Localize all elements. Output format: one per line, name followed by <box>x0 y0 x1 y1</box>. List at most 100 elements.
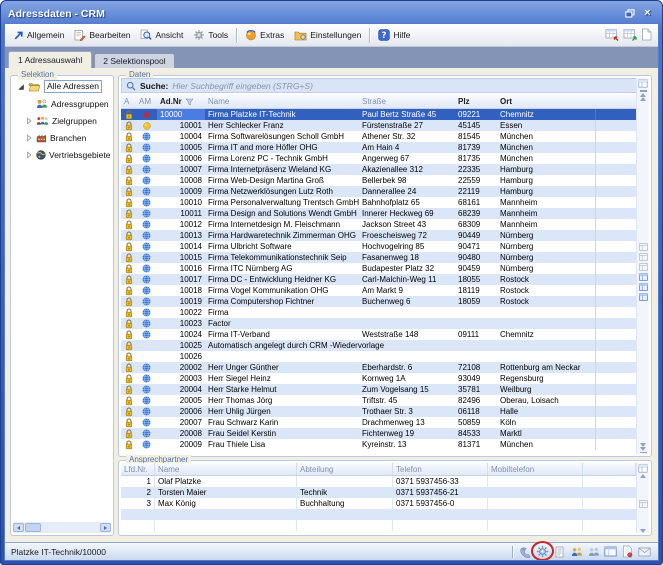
col-header-strasse[interactable]: Straße <box>359 97 455 106</box>
col-header-plz[interactable]: Plz <box>455 97 497 106</box>
tree-item-adressgruppen[interactable]: Adressgruppen <box>13 95 111 112</box>
address-row[interactable]: 10009Firma Netzwerklösungen Lutz RothDan… <box>121 186 636 197</box>
scroll-bottom-button[interactable] <box>640 452 647 454</box>
address-row[interactable]: 10011Firma Design and Solutions Wendt Gm… <box>121 208 636 219</box>
scroll-top-button[interactable] <box>640 90 647 92</box>
contact-empty-row[interactable] <box>121 520 636 531</box>
address-row[interactable]: 20002Herr Unger GüntherEberhardstr. 6721… <box>121 362 636 373</box>
address-row[interactable]: 20009Frau Thiele LisaKyreinstr. 1381371M… <box>121 439 636 450</box>
restore-button[interactable] <box>622 7 637 20</box>
col-header-adnr[interactable]: Ad.Nr <box>157 97 205 106</box>
address-row[interactable]: 10017Firma DC - Entwicklung Heidner KGCa… <box>121 274 636 285</box>
address-row[interactable]: 10008Firma Web-Design Martina GroßBeller… <box>121 175 636 186</box>
address-row[interactable]: 10004Firma Softwarelösungen Scholl GmbHA… <box>121 131 636 142</box>
menu-allgemein[interactable]: Allgemein <box>8 28 69 43</box>
scroll-down-button[interactable] <box>640 529 646 533</box>
address-row[interactable]: 10010Firma Personalverwaltung Trentsch G… <box>121 197 636 208</box>
address-row[interactable]: 10022Firma <box>121 307 636 318</box>
menu-ansicht[interactable]: Ansicht <box>135 27 188 43</box>
tree-item-branchen[interactable]: Branchen <box>13 129 111 146</box>
col-header-telefon[interactable]: Telefon <box>393 463 488 475</box>
view-option-icon[interactable] <box>639 293 648 301</box>
filter-funnel-icon[interactable] <box>185 98 194 106</box>
menu-extras[interactable]: Extras <box>240 27 289 43</box>
scroll-up-button[interactable] <box>640 474 646 478</box>
view-option-icon[interactable] <box>639 283 648 291</box>
menu-hilfe[interactable]: ?Hilfe <box>373 27 415 43</box>
table-import-button[interactable] <box>605 28 619 43</box>
col-header-mobiltelefon[interactable]: Mobiltelefon <box>488 463 583 475</box>
address-row[interactable]: 10016Firma ITC Nürnberg AGBudapester Pla… <box>121 263 636 274</box>
envelope-button[interactable] <box>637 544 652 559</box>
record-up-button[interactable] <box>640 97 646 101</box>
contact-empty-row[interactable] <box>121 509 636 520</box>
view-option-icon[interactable] <box>639 243 648 251</box>
scrollbar-thumb[interactable] <box>25 523 41 532</box>
address-row[interactable]: 10014Firma Ulbricht SoftwareHochvogelrin… <box>121 241 636 252</box>
address-row[interactable]: 10015Firma Telekommunikationstechnik Sei… <box>121 252 636 263</box>
contact-row[interactable]: 1Olaf Platzke0371 5937456-33 <box>121 476 636 487</box>
grid-scroll-rail[interactable] <box>636 78 649 454</box>
address-row[interactable]: 10026 <box>121 351 636 362</box>
address-row[interactable]: 10012Firma Internetdesign M. Fleischmann… <box>121 219 636 230</box>
tree-expander-icon[interactable] <box>24 134 33 142</box>
close-button[interactable]: × <box>640 7 655 20</box>
scroll-down-button[interactable] <box>640 447 646 451</box>
address-row[interactable]: 10013Firma Hardwaretechnik Zimmerman OHG… <box>121 230 636 241</box>
address-row[interactable]: 10000Firma Platzke IT-TechnikPaul Bertz … <box>121 109 636 120</box>
title-bar[interactable]: Adressdaten - CRM × <box>4 4 659 23</box>
address-row[interactable]: 20004Herr Starke HelmutZum Vogelsang 153… <box>121 384 636 395</box>
address-row[interactable]: 20007Frau Schwarz KarinDrachmenweg 13508… <box>121 417 636 428</box>
view-option-icon[interactable] <box>639 263 648 271</box>
col-header-a[interactable]: A <box>121 97 136 106</box>
menu-einstellungen[interactable]: Einstellungen <box>289 28 366 43</box>
view-option-icon[interactable] <box>639 273 648 281</box>
scroll-left-button[interactable] <box>13 523 24 532</box>
col-header-name[interactable]: Name <box>205 97 359 106</box>
col-header-lfdnr[interactable]: Lfd.Nr. <box>121 463 155 475</box>
new-document-button[interactable] <box>641 28 652 43</box>
menu-tools[interactable]: Tools <box>188 27 233 43</box>
address-groups-button[interactable] <box>586 544 601 559</box>
address-row[interactable]: 10005Firma IT and more Höfler OHGAm Hain… <box>121 142 636 153</box>
tree-item-zielgruppen[interactable]: Zielgruppen <box>13 112 111 129</box>
document-stamp-button[interactable] <box>620 544 635 559</box>
address-row[interactable]: 20005Herr Thomas JörgTriftstr. 4582496Ob… <box>121 395 636 406</box>
col-header-ort[interactable]: Ort <box>497 97 595 106</box>
col-header-am[interactable]: AM <box>136 97 157 106</box>
menu-bearbeiten[interactable]: Bearbeiten <box>69 27 135 43</box>
address-row[interactable]: 10024Firma IT-VerbandWeststraße 14809111… <box>121 329 636 340</box>
column-chooser-icon[interactable] <box>638 79 648 88</box>
address-row[interactable]: 10025Automatisch angelegt durch CRM -Wie… <box>121 340 636 351</box>
address-row[interactable]: 20003Herr Siegel HeinzKornweg 1A93049Reg… <box>121 373 636 384</box>
settings-gear-button[interactable] <box>535 544 550 559</box>
address-row[interactable]: 10001Herr Schlecker FranzFürstenstraße 2… <box>121 120 636 131</box>
tree-item-alle-adressen[interactable]: Alle Adressen <box>13 78 111 95</box>
scroll-right-button[interactable] <box>100 523 111 532</box>
tree-expander-icon[interactable] <box>24 151 33 159</box>
tab-2-selektionspool[interactable]: 2 Selektionspool <box>94 53 174 68</box>
address-row[interactable]: 10006Firma Lorenz PC - Technik GmbHAnger… <box>121 153 636 164</box>
tab-1-adressauswahl[interactable]: 1 Adressauswahl <box>8 51 92 68</box>
detail-window-button[interactable] <box>603 544 618 559</box>
tree-expander-icon[interactable] <box>24 117 33 125</box>
contact-row[interactable]: 2Torsten MaierTechnik0371 5937456-21 <box>121 487 636 498</box>
address-row[interactable]: 10019Firma Computershop FichtnerBuchenwe… <box>121 296 636 307</box>
address-row[interactable]: 20006Herr Uhlig JürgenTrothaer Str. 3061… <box>121 406 636 417</box>
contact-row[interactable]: 3Max KönigBuchhaltung0371 5937456-0 <box>121 498 636 509</box>
contact-persons-button[interactable] <box>569 544 584 559</box>
search-bar[interactable]: Suche: Hier Suchbegriff eingeben (STRG+S… <box>121 78 649 93</box>
table-export-button[interactable] <box>623 28 637 43</box>
address-row[interactable]: 20008Frau Seidel KerstinFichtenweg 19845… <box>121 428 636 439</box>
tree-horizontal-scrollbar[interactable] <box>13 522 111 533</box>
tree-expander-icon[interactable] <box>16 83 25 91</box>
address-row[interactable]: 10023Factor <box>121 318 636 329</box>
address-row[interactable]: 10007Firma Internetpräsenz Wieland KGAka… <box>121 164 636 175</box>
col-header-abteilung[interactable]: Abteilung <box>297 463 393 475</box>
column-chooser-icon[interactable] <box>638 464 648 473</box>
contacts-scroll-rail[interactable] <box>636 463 649 533</box>
tree-item-vertriebsgebiete[interactable]: Vertriebsgebiete <box>13 146 111 163</box>
col-header-kname[interactable]: Name <box>155 463 297 475</box>
notes-list-button[interactable] <box>552 544 567 559</box>
view-option-icon[interactable] <box>639 500 648 508</box>
